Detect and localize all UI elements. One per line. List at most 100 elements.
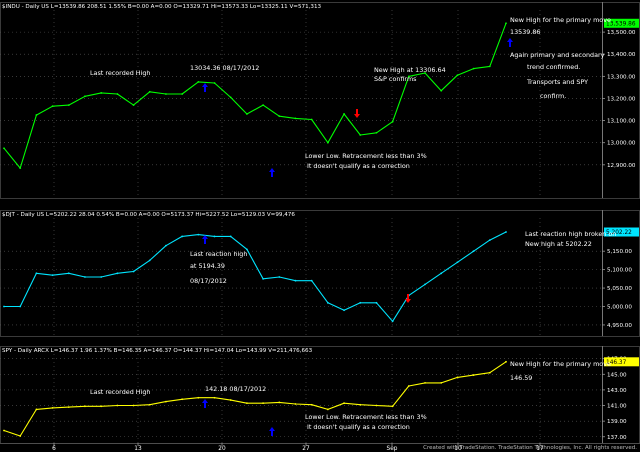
data-point: [213, 235, 216, 238]
data-point: [229, 235, 232, 238]
data-point: [148, 259, 151, 262]
data-point: [262, 277, 264, 280]
data-point: [116, 272, 119, 275]
data-point: [505, 360, 507, 363]
data-point: [116, 404, 119, 407]
data-point: [472, 67, 475, 70]
data-point: [51, 105, 54, 108]
annotation-text: at 5194.39: [190, 262, 225, 270]
data-point: [326, 141, 329, 144]
annotation-text: Transports and SPY: [526, 78, 588, 86]
footer-text: Created with TradeStation. TradeStation …: [423, 445, 637, 451]
data-point: [294, 403, 297, 405]
data-point: [424, 381, 426, 384]
data-point: [51, 274, 54, 277]
data-point: [19, 305, 22, 308]
annotation-text: 08/17/2012: [190, 277, 227, 285]
data-point: [67, 104, 70, 107]
data-point: [229, 96, 232, 99]
y-tick-label: 141.00: [607, 404, 627, 410]
data-point: [213, 396, 216, 399]
annotation-text: New High for the primary move: [510, 360, 611, 368]
data-point: [35, 272, 38, 275]
data-point: [359, 403, 362, 406]
y-tick-label: 145.00: [607, 372, 627, 378]
data-point: [84, 95, 86, 98]
data-point: [343, 113, 345, 115]
data-point: [310, 403, 313, 406]
data-point: [132, 404, 135, 407]
y-tick-label: 139.00: [607, 419, 627, 425]
annotation-text: Lower Low. Retracement less than 3%: [305, 152, 427, 160]
y-tick-label: 143.00: [607, 388, 627, 394]
data-point: [246, 113, 248, 115]
y-tick-label: 5,050.00: [607, 286, 632, 292]
data-point: [488, 239, 491, 242]
annotation-text: Lower Low. Retracement less than 3%: [305, 413, 427, 421]
data-point: [359, 134, 362, 136]
data-point: [343, 402, 345, 405]
data-point: [359, 301, 362, 304]
data-point: [278, 115, 281, 118]
data-point: [278, 276, 281, 278]
annotation-text: 13034.36 08/17/2012: [190, 64, 259, 72]
y-tick-label: 5,150.00: [607, 249, 632, 255]
annotation-text: It doesn't qualify as a correction: [307, 162, 410, 170]
data-point: [165, 93, 167, 95]
data-point: [116, 93, 119, 95]
data-point: [262, 104, 264, 107]
data-point: [67, 406, 70, 408]
annotation-text: It doesn't qualify as a correction: [307, 423, 410, 431]
data-point: [424, 283, 426, 286]
annotation-text: New High for the primary move: [510, 16, 611, 24]
data-point: [51, 406, 54, 409]
data-point: [488, 371, 491, 374]
data-point: [35, 114, 38, 116]
annotation-text: New High at 13306.64: [374, 66, 446, 74]
data-point: [472, 250, 475, 253]
pane-header: $INDU - Daily US L=13539.86 208.51 1.55%…: [2, 4, 322, 10]
annotation-text: Last recorded High: [90, 388, 150, 396]
data-point: [19, 167, 22, 170]
annotation-text: 146.59: [510, 374, 532, 382]
data-point: [262, 402, 264, 405]
data-point: [213, 82, 216, 84]
data-point: [456, 74, 459, 77]
data-point: [165, 400, 167, 403]
y-tick-label: 13,000.00: [607, 141, 636, 147]
annotation-text: S&P confirms: [374, 75, 417, 83]
data-point: [505, 22, 507, 25]
data-point: [165, 244, 167, 247]
annotation-text: Again primary and secondary: [510, 51, 605, 59]
y-tick-label: 13,300.00: [607, 74, 636, 80]
data-point: [148, 403, 151, 406]
data-point: [294, 117, 297, 120]
data-point: [391, 405, 394, 408]
data-point: [35, 408, 38, 411]
data-point: [132, 270, 135, 273]
data-point: [84, 405, 86, 408]
y-tick-label: 5,000.00: [607, 305, 632, 311]
annotation-text: 13539.86: [510, 28, 541, 36]
data-point: [67, 272, 70, 275]
data-point: [456, 376, 459, 379]
data-point: [375, 301, 378, 304]
x-tick-label: 6: [52, 446, 56, 452]
data-point: [391, 320, 394, 323]
data-point: [148, 90, 151, 93]
data-point: [440, 381, 443, 384]
y-tick-label: 13,100.00: [607, 119, 636, 125]
data-point: [3, 429, 5, 432]
data-point: [310, 118, 313, 121]
data-point: [181, 235, 184, 238]
data-point: [197, 233, 200, 236]
y-tick-label: 13,200.00: [607, 96, 636, 102]
data-point: [3, 305, 5, 308]
annotation-text: Last reaction high broken on: [525, 230, 616, 238]
data-point: [343, 309, 345, 312]
data-point: [197, 396, 200, 399]
annotation-text: Last recorded High: [90, 69, 150, 77]
x-tick-label: 20: [218, 446, 226, 452]
data-point: [310, 279, 313, 282]
data-point: [100, 405, 103, 408]
